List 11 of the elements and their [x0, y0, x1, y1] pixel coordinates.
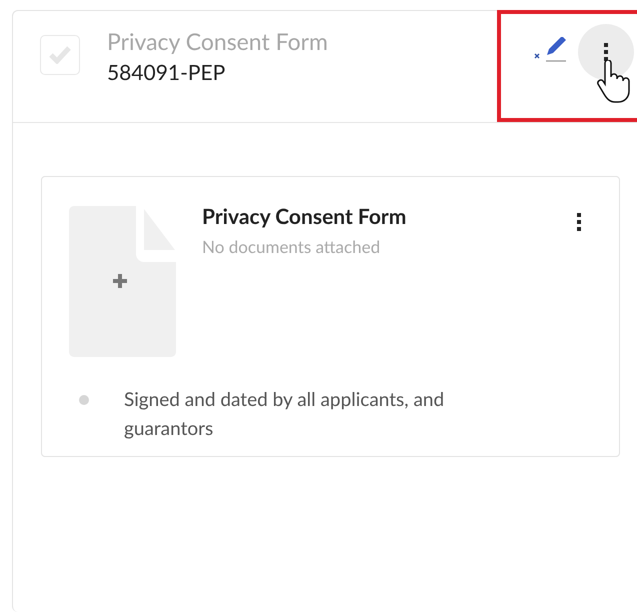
- kebab-menu-icon[interactable]: [574, 211, 584, 233]
- form-code: 584091-PEP: [107, 59, 226, 87]
- edit-icon[interactable]: [533, 37, 569, 63]
- requirement-text: Signed and dated by all applicants, and guarantors: [124, 387, 446, 442]
- checkbox[interactable]: [40, 35, 80, 75]
- document-status: No documents attached: [202, 235, 382, 259]
- hand-cursor-icon: [596, 60, 632, 104]
- kebab-menu-icon: [603, 42, 609, 62]
- document-title: Privacy Consent Form: [202, 204, 406, 230]
- check-icon: [49, 46, 71, 64]
- form-title: Privacy Consent Form: [107, 26, 328, 56]
